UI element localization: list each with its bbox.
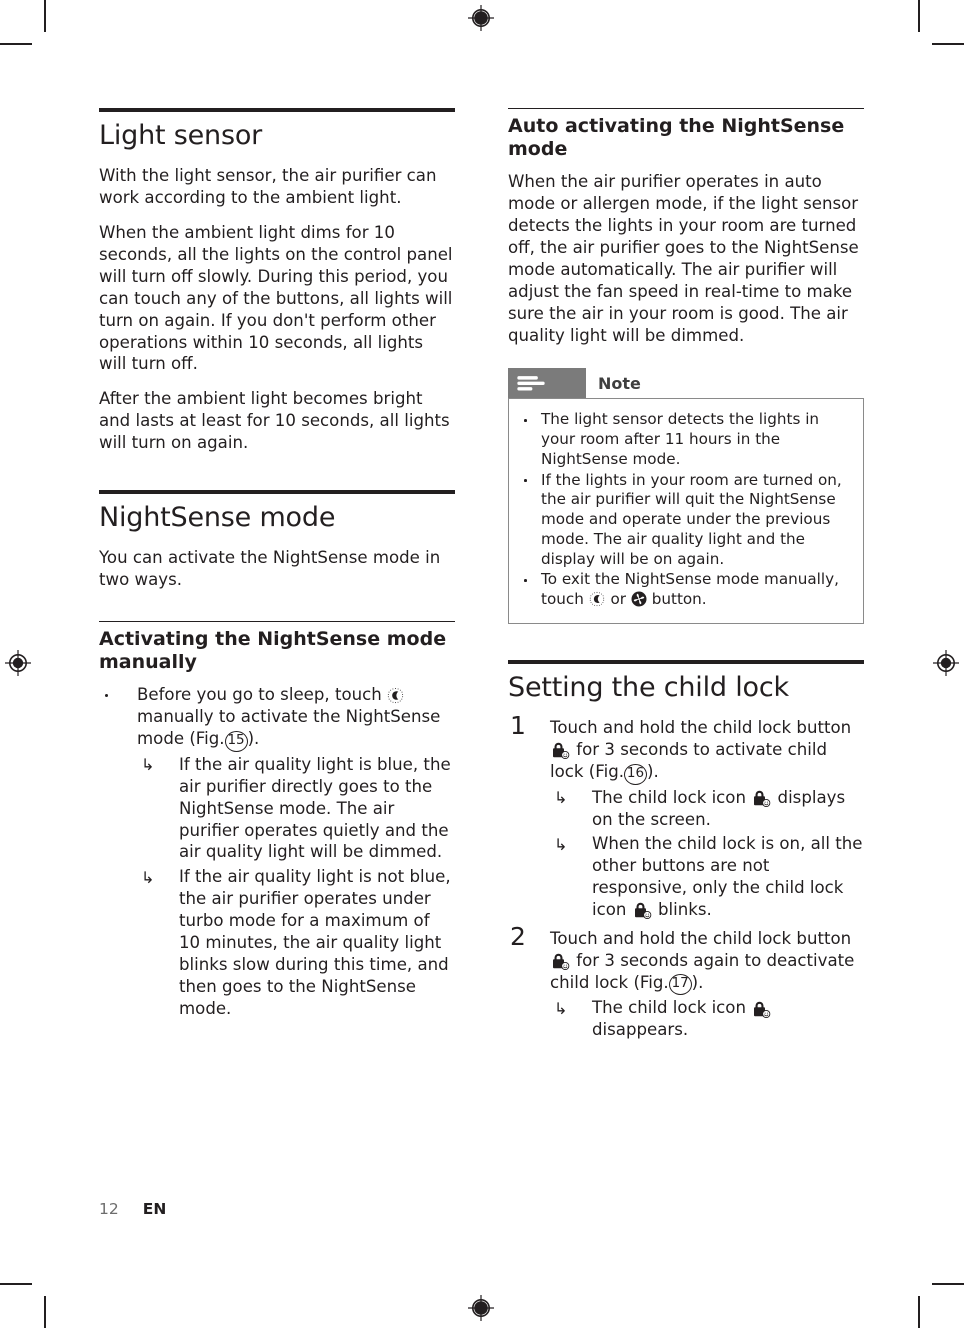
registration-mark-top [468, 5, 494, 31]
page-number: 12 [99, 1200, 119, 1218]
step-text-start: Touch and hold the child lock button [550, 929, 852, 949]
step-item-1: 1 Touch and hold the child lock button fo… [508, 713, 864, 921]
list-item: ↳ If the air quality light is not blue, t… [137, 866, 455, 1019]
child-lock-icon [751, 790, 772, 807]
crop-mark-top-right-vertical [918, 0, 920, 32]
crop-mark-top-left-horizontal [0, 43, 32, 45]
bullet-list-activate-manually: Before you go to sleep, touch manually t… [99, 684, 455, 1019]
step-text-end: ). [647, 762, 659, 782]
list-item: To exit the NightSense mode manually, to… [519, 570, 851, 610]
figure-reference-15: 15 [224, 730, 248, 752]
arrow-marker-icon: ↳ [554, 998, 568, 1018]
note-item-text: If the lights in your room are turned on… [541, 470, 842, 568]
list-item: ↳ The child lock icon disappears. [550, 997, 864, 1041]
arrow-marker-icon: ↳ [554, 834, 568, 854]
crop-mark-bottom-right-vertical [918, 1296, 920, 1328]
subsection-title-auto-activating: Auto activating the NightSense mode [508, 115, 845, 161]
section-rule-thick [508, 659, 864, 664]
child-lock-icon [632, 902, 653, 920]
crop-mark-bottom-left-vertical [44, 1296, 46, 1328]
note-item-text-or: or [605, 590, 631, 609]
arrow-marker-icon: ↳ [141, 755, 155, 775]
bullet-text-before-icon: Before you go to sleep, touch [137, 685, 388, 705]
crop-mark-bottom-right-horizontal [932, 1283, 964, 1285]
paragraph-nightsense-intro: You can activate the NightSense mode in … [99, 548, 441, 590]
note-label: Note [598, 374, 641, 394]
note-bullet-list: The light sensor detects the lights in y… [519, 410, 851, 610]
registration-mark-left [5, 650, 31, 676]
step-number: 2 [510, 922, 526, 952]
arrow-item-text: If the air quality light is blue, the ai… [179, 754, 451, 862]
bullet-text-after-icon: manually to activate the NightSense mode… [137, 707, 441, 749]
paragraph-light-sensor-1: With the light sensor, the air purifier … [99, 166, 437, 208]
step-text-mid: for 3 seconds to activate child lock (Fi… [550, 740, 828, 782]
section-title-nightsense-mode: NightSense mode [99, 502, 336, 533]
subsection-title-activating-manually: Activating the NightSense mode manually [99, 628, 447, 674]
steps-list-child-lock: 1 Touch and hold the child lock button fo… [508, 713, 864, 1041]
language-code: EN [142, 1200, 167, 1218]
step-number: 1 [510, 711, 526, 741]
figure-reference-17: 17 [668, 974, 692, 996]
list-item: ↳ The child lock icon displays on the sc… [550, 787, 864, 831]
note-box: Note The light sensor detects the lights… [508, 368, 864, 624]
paragraph-auto-activating: When the air purifier operates in auto m… [508, 172, 859, 345]
page-title-light-sensor: Light sensor [99, 120, 263, 151]
section-title-child-lock: Setting the child lock [508, 671, 789, 703]
arrow-item-text-end: disappears. [592, 1020, 689, 1040]
bullet-dot [524, 479, 527, 482]
child-lock-icon [751, 1001, 772, 1018]
nightsense-moon-icon [387, 687, 404, 704]
left-column: Light sensor With the light sensor, the … [99, 108, 455, 1023]
list-item: The light sensor detects the lights in y… [519, 410, 851, 469]
bullet-text-end: ). [247, 729, 260, 749]
child-lock-icon [550, 953, 571, 971]
document-page: Light sensor With the light sensor, the … [0, 0, 964, 1328]
nightsense-moon-icon [589, 591, 606, 608]
arrow-item-text-start: The child lock icon [592, 998, 752, 1018]
step-item-2: 2 Touch and hold the child lock button fo… [508, 924, 864, 1041]
right-column: Auto activating the NightSense mode When… [508, 108, 864, 1048]
section-rule-thick [99, 490, 455, 494]
note-item-text: The light sensor detects the lights in y… [541, 410, 820, 468]
registration-mark-right [933, 650, 959, 676]
list-item: ↳ When the child lock is on, all the othe… [550, 833, 864, 921]
crop-mark-bottom-left-horizontal [0, 1283, 32, 1285]
crop-mark-top-left-vertical [44, 0, 46, 32]
note-content: The light sensor detects the lights in y… [508, 398, 864, 624]
note-item-text-end: button. [646, 590, 707, 609]
arrow-list-nightsense-results: ↳ If the air quality light is blue, the a… [137, 754, 455, 1020]
page-footer: 12 EN [99, 1200, 166, 1218]
arrow-item-text: If the air quality light is not blue, th… [179, 867, 451, 1018]
bullet-dot [105, 694, 108, 698]
list-item: If the lights in your room are turned on… [519, 471, 851, 570]
registration-mark-bottom [468, 1295, 494, 1321]
subsection-rule-thin [508, 108, 864, 109]
paragraph-light-sensor-3: After the ambient light becomes bright a… [99, 389, 450, 453]
crop-mark-top-right-horizontal [932, 43, 964, 45]
subsection-rule-thin [99, 621, 455, 623]
figure-reference-16: 16 [624, 763, 647, 785]
arrow-marker-icon: ↳ [554, 788, 568, 808]
note-header: Note [508, 368, 864, 399]
arrow-list-step1-results: ↳ The child lock icon displays on the sc… [550, 787, 864, 921]
arrow-item-text-end: blinks. [652, 900, 712, 920]
bullet-dot [524, 418, 527, 422]
section-rule-thick [99, 108, 455, 112]
paragraph-light-sensor-2: When the ambient light dims for 10 secon… [99, 223, 453, 374]
bullet-dot [524, 578, 527, 582]
fan-speed-icon [631, 591, 647, 607]
arrow-list-step2-results: ↳ The child lock icon disappears. [550, 997, 864, 1041]
arrow-marker-icon: ↳ [141, 867, 155, 887]
step-text-end: ). [691, 972, 704, 992]
step-text-start: Touch and hold the child lock button [550, 718, 852, 738]
list-item: Before you go to sleep, touch manually t… [99, 684, 455, 1019]
child-lock-icon [550, 742, 571, 760]
list-item: ↳ If the air quality light is blue, the a… [137, 754, 455, 863]
arrow-item-text-start: The child lock icon [592, 787, 752, 807]
note-lines-icon [508, 368, 586, 399]
